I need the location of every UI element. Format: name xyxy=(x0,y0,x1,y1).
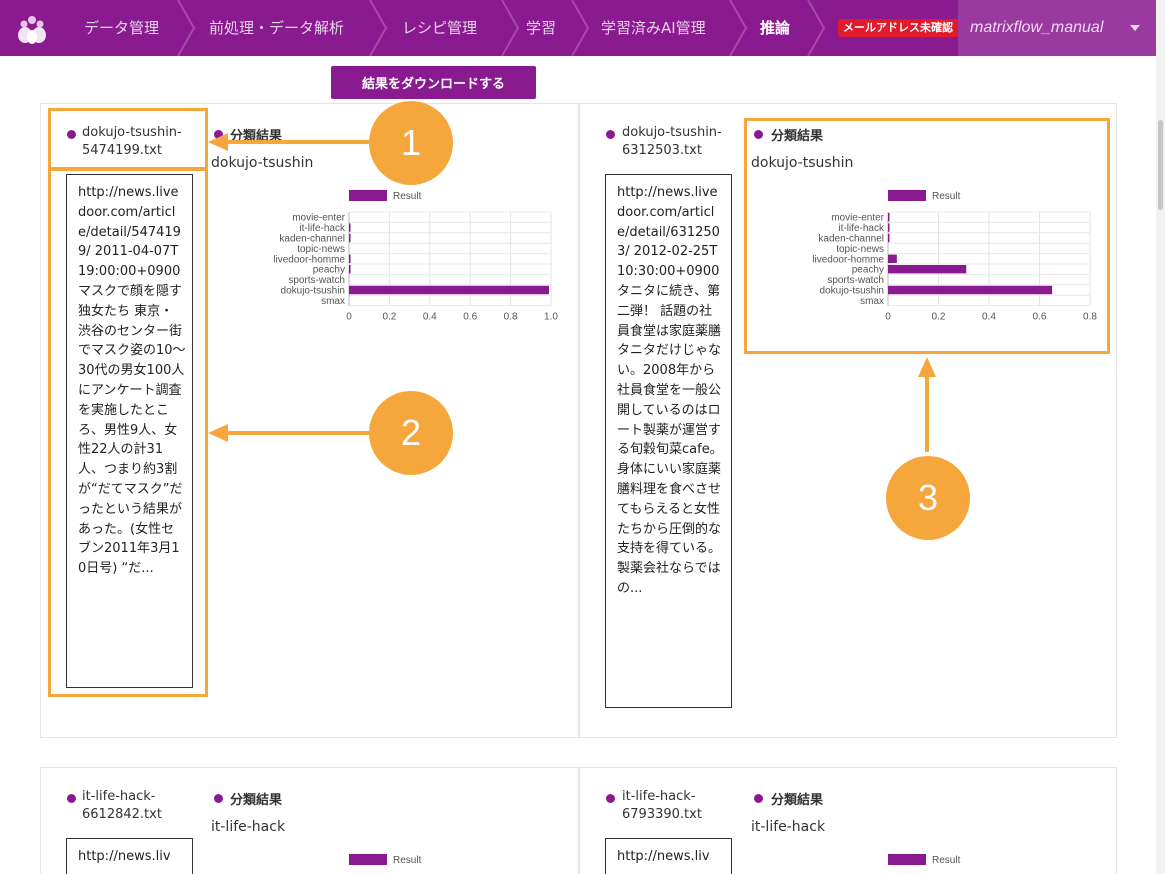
arrow-icon xyxy=(208,424,370,442)
scrollbar-thumb[interactable] xyxy=(1158,120,1163,210)
annotation-marker: 2 xyxy=(369,391,453,475)
annotation-arrows xyxy=(208,133,936,452)
annotation-marker: 1 xyxy=(369,101,453,185)
arrow-icon xyxy=(208,133,370,151)
annotation-marker: 3 xyxy=(886,456,970,540)
arrow-icon xyxy=(918,357,936,452)
